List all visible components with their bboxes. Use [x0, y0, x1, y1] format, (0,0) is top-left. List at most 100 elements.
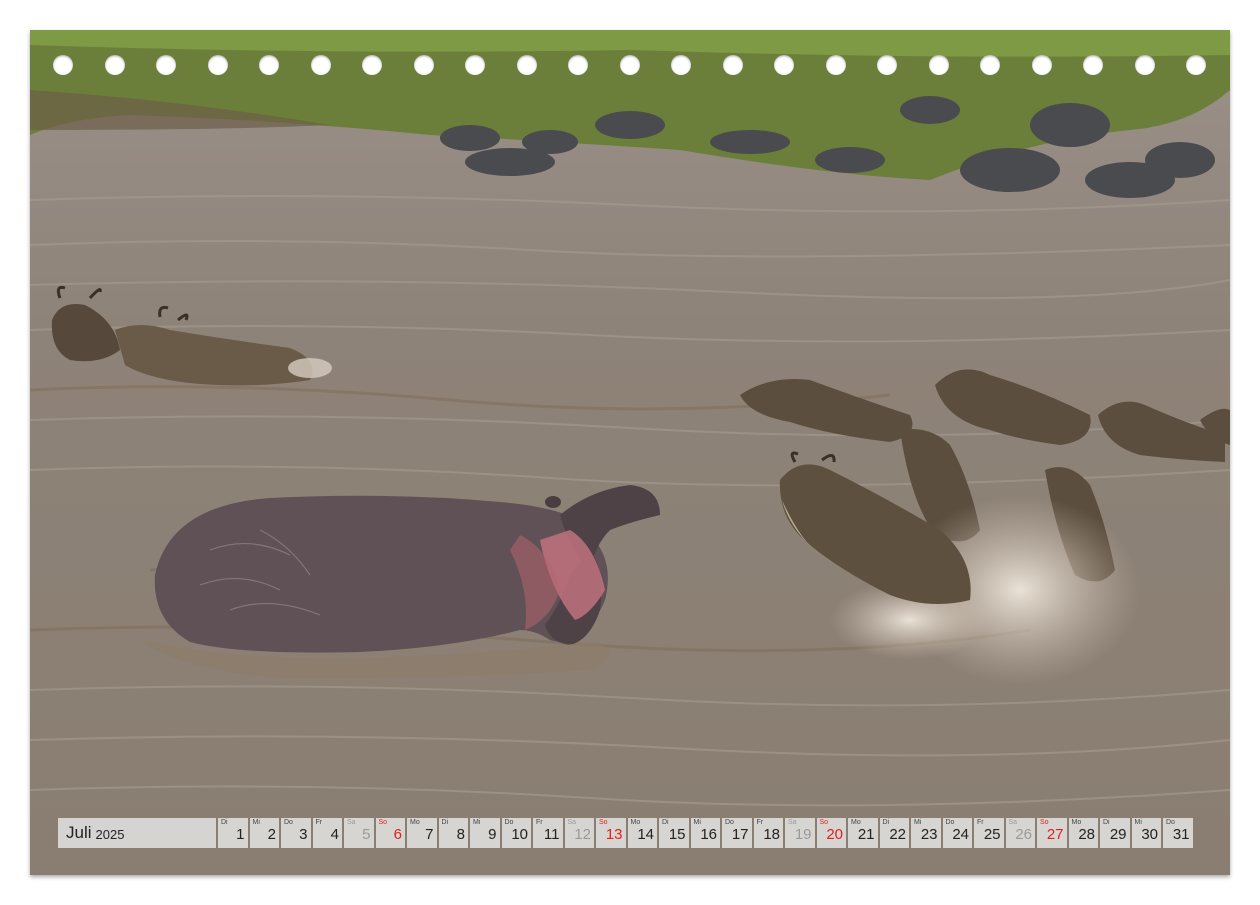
- day-cell: Do 24: [942, 818, 972, 848]
- weekday-abbr: Di: [221, 819, 228, 826]
- weekday-abbr: Mo: [410, 819, 420, 826]
- river-water: [30, 30, 1230, 875]
- binding-hole: [568, 55, 588, 75]
- day-number: 12: [574, 826, 591, 843]
- day-cells: Di 1 Mi 2 Do 3 Fr 4 Sa 5 So 6 Mo 7 Di 8 Mi 9 Do 10 Fr 11 Sa 12 S…: [218, 818, 1193, 848]
- day-cell: Di 15: [659, 818, 689, 848]
- binding-hole: [516, 55, 537, 75]
- weekday-abbr: Di: [1103, 819, 1110, 826]
- weekday-abbr: Do: [284, 819, 293, 826]
- weekday-abbr: Sa: [567, 819, 577, 826]
- weekday-abbr: So: [378, 819, 388, 826]
- day-number: 16: [700, 826, 717, 843]
- day-number: 2: [267, 826, 276, 843]
- day-number: 5: [362, 826, 371, 843]
- binding-hole: [877, 55, 897, 75]
- weekday-abbr: Sa: [1008, 819, 1018, 826]
- weekday-abbr: Do: [1166, 819, 1175, 826]
- day-number: 19: [794, 826, 812, 843]
- year: 2025: [95, 826, 125, 842]
- weekday-abbr: Do: [725, 819, 734, 826]
- weekday-abbr: Do: [945, 819, 955, 826]
- day-number: 29: [1109, 826, 1127, 843]
- day-number: 24: [952, 826, 969, 843]
- day-cell: So 13: [596, 818, 626, 848]
- weekday-abbr: Mi: [252, 819, 260, 826]
- day-number: 26: [1015, 826, 1032, 843]
- month-label: Juli 2025: [58, 818, 216, 848]
- day-number: 23: [920, 826, 938, 843]
- weekday-abbr: Sa: [788, 819, 797, 826]
- day-cell: Di 8: [438, 818, 468, 848]
- day-cell: Mo 7: [407, 818, 437, 848]
- binding-hole: [1134, 55, 1155, 75]
- day-number: 22: [889, 826, 906, 843]
- binding-hole: [310, 55, 331, 75]
- calendar-strip: Juli 2025 Di 1 Mi 2 Do 3 Fr 4 Sa 5 So 6 Mo 7 Di 8 Mi 9 Do 1…: [58, 818, 1206, 848]
- day-cell: Do 10: [501, 818, 531, 848]
- day-number: 15: [668, 826, 686, 843]
- weekday-abbr: Mo: [630, 819, 641, 826]
- day-number: 14: [637, 826, 654, 843]
- binding-hole: [928, 55, 949, 75]
- day-cell: Mi 23: [911, 818, 941, 848]
- hippo: [154, 485, 660, 653]
- binding-hole: [259, 55, 279, 75]
- day-cell: Mi 30: [1131, 818, 1161, 848]
- day-cell: Di 22: [879, 818, 909, 848]
- day-cell: Do 17: [722, 818, 752, 848]
- weekday-abbr: So: [599, 819, 608, 826]
- day-cell: Di 29: [1100, 818, 1130, 848]
- day-cell: So 6: [375, 818, 405, 848]
- weekday-abbr: Mi: [693, 819, 701, 826]
- binding-hole: [671, 55, 691, 75]
- binding-hole: [825, 55, 846, 75]
- binding-hole: [1186, 55, 1206, 75]
- day-number: 6: [393, 826, 402, 843]
- hippo-wildebeest-photo: [30, 30, 1230, 875]
- binding-hole: [53, 55, 73, 75]
- day-cell: Fr 11: [533, 818, 563, 848]
- day-number: 17: [731, 826, 749, 843]
- month-name: Juli: [66, 823, 92, 842]
- day-cell: Sa 5: [344, 818, 374, 848]
- day-number: 30: [1141, 826, 1158, 843]
- weekday-abbr: So: [819, 819, 829, 826]
- day-number: 11: [543, 826, 560, 843]
- day-cell: Mi 2: [249, 818, 279, 848]
- day-number: 31: [1172, 826, 1190, 843]
- day-cell: Mo 14: [627, 818, 657, 848]
- day-cell: Mi 9: [470, 818, 500, 848]
- weekday-abbr: Di: [882, 819, 890, 826]
- day-number: 20: [826, 826, 843, 843]
- day-number: 25: [983, 826, 1001, 843]
- day-cell: Di 1: [218, 818, 248, 848]
- day-number: 3: [299, 826, 308, 843]
- weekday-abbr: Fr: [315, 819, 323, 826]
- day-number: 9: [488, 826, 497, 843]
- day-cell: Mo 28: [1068, 818, 1098, 848]
- weekday-abbr: Di: [662, 819, 669, 826]
- day-cell: Mi 16: [690, 818, 720, 848]
- day-number: 4: [330, 826, 339, 843]
- weekday-abbr: Mi: [914, 819, 922, 826]
- binding-hole: [362, 55, 382, 75]
- day-number: 18: [763, 826, 780, 843]
- day-number: 27: [1046, 826, 1064, 843]
- calendar-page: Juli 2025 Di 1 Mi 2 Do 3 Fr 4 Sa 5 So 6 Mo 7 Di 8 Mi 9 Do 1…: [30, 30, 1230, 875]
- day-number: 7: [425, 826, 434, 843]
- day-number: 1: [236, 826, 245, 843]
- binding-hole: [774, 55, 794, 75]
- day-number: 13: [605, 826, 623, 843]
- weekday-abbr: Fr: [977, 819, 984, 826]
- day-cell: Sa 19: [785, 818, 815, 848]
- binding-holes: [30, 30, 1230, 75]
- weekday-abbr: Sa: [347, 819, 356, 826]
- weekday-abbr: Mo: [1071, 819, 1082, 826]
- day-cell: Sa 26: [1005, 818, 1035, 848]
- weekday-abbr: Mi: [473, 819, 481, 826]
- weekday-abbr: Do: [504, 819, 514, 826]
- binding-hole: [465, 55, 485, 75]
- binding-hole: [1083, 55, 1103, 75]
- day-cell: Fr 4: [312, 818, 342, 848]
